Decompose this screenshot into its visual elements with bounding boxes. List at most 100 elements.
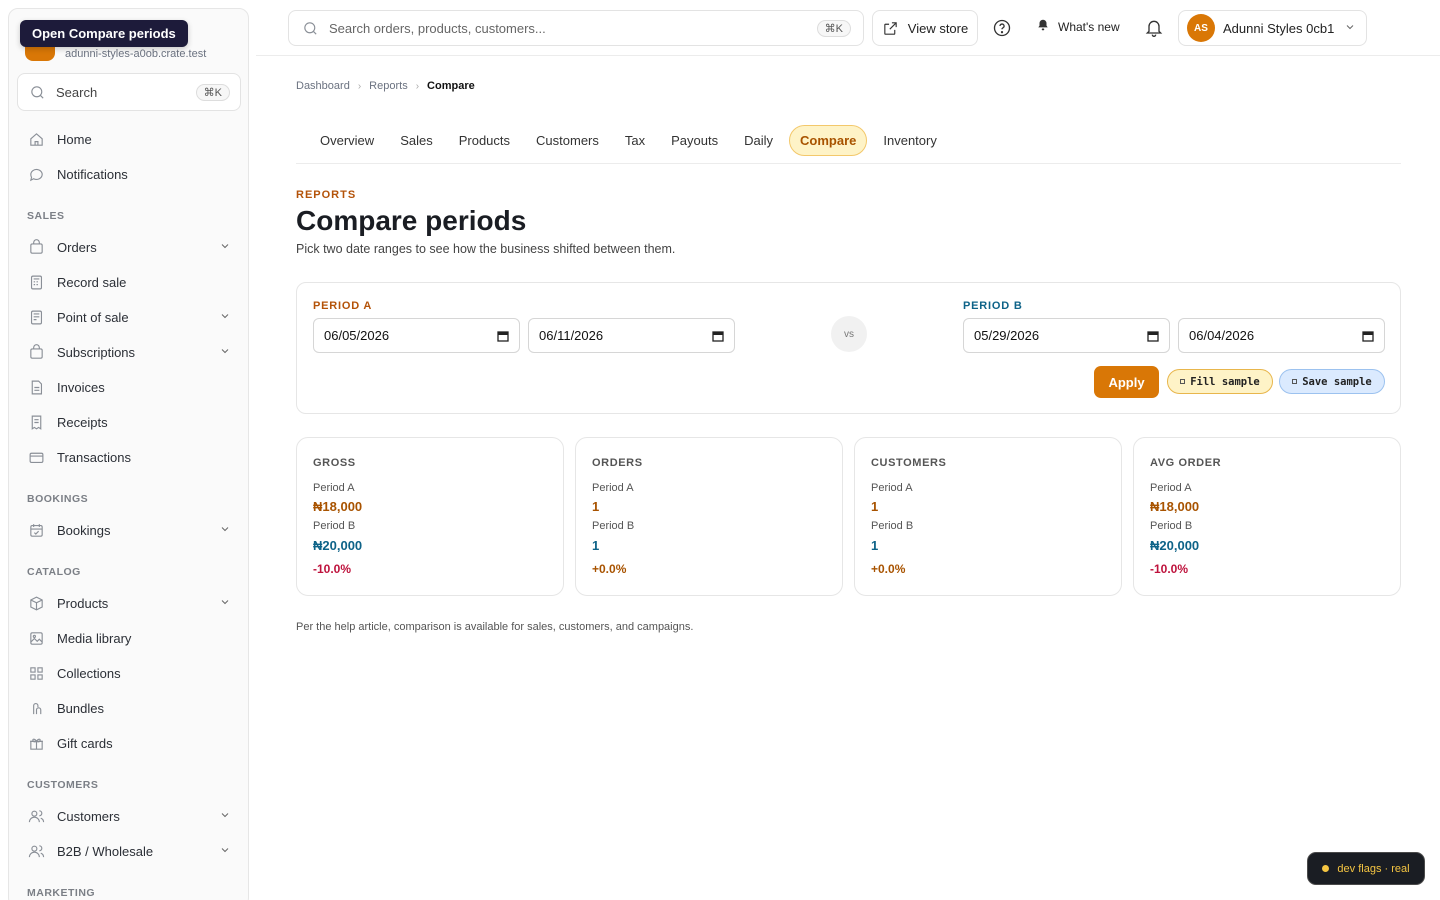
box-icon [27, 595, 45, 613]
sidebar-item-label: Subscriptions [57, 345, 136, 360]
account-menu[interactable]: AS Adunni Styles 0cb1 [1178, 10, 1367, 46]
tab-tax[interactable]: Tax [615, 126, 655, 155]
calendar-icon [1147, 330, 1159, 342]
global-search-placeholder: Search orders, products, customers... [329, 20, 546, 36]
tab-overview[interactable]: Overview [310, 126, 384, 155]
chevron-down-icon[interactable] [219, 523, 231, 538]
sidebar-item-record-sale[interactable]: Record sale [17, 265, 241, 300]
sidebar-item-bookings[interactable]: Bookings [17, 513, 241, 548]
tab-products[interactable]: Products [449, 126, 520, 155]
apply-button[interactable]: Apply [1094, 366, 1159, 398]
period-b-start-input[interactable]: 05/29/2026 [963, 318, 1170, 353]
tab-daily[interactable]: Daily [734, 126, 783, 155]
metric-card-orders: ORDERS Period A 1 Period B 1 +0.0% [575, 437, 843, 596]
chevron-right-icon: › [415, 80, 420, 92]
page-title: Compare periods [296, 205, 527, 236]
period-b-start-value: 05/29/2026 [974, 328, 1040, 343]
sidebar-item-gift-cards[interactable]: Gift cards [17, 726, 241, 761]
gift-icon [27, 735, 45, 753]
tab-compare[interactable]: Compare [789, 125, 868, 156]
view-store-button[interactable]: View store [872, 10, 978, 46]
period-a-end-input[interactable]: 06/11/2026 [528, 318, 735, 353]
period-a-start-value: 06/05/2026 [324, 328, 390, 343]
global-search-shortcut: ⌘K [816, 19, 851, 37]
sidebar-search[interactable]: Search ⌘K [17, 73, 241, 111]
metric-title: CUSTOMERS [871, 457, 947, 469]
tooltip: Open Compare periods [20, 20, 188, 47]
sidebar-item-media-library[interactable]: Media library [17, 621, 241, 656]
sidebar-item-transactions[interactable]: Transactions [17, 440, 241, 475]
dev-flags-badge[interactable]: dev flags · real [1307, 852, 1425, 885]
fill-sample-button[interactable]: Fill sample [1167, 369, 1273, 394]
metric-period-a-value: ₦18,000 [1150, 499, 1200, 514]
footnote: Per the help article, comparison is avai… [296, 621, 694, 633]
metric-period-b-label: Period B [313, 520, 356, 532]
avatar: AS [1187, 14, 1215, 42]
sidebar-item-label: Orders [57, 240, 97, 255]
breadcrumb-reports[interactable]: Reports [369, 80, 408, 92]
metric-period-b-value: ₦20,000 [1150, 538, 1200, 553]
image-icon [27, 630, 45, 648]
sidebar-section-heading: SALES [27, 210, 65, 222]
page-eyebrow: REPORTS [296, 189, 357, 201]
save-sample-button[interactable]: Save sample [1279, 369, 1385, 394]
chevron-down-icon[interactable] [219, 809, 231, 824]
sidebar-item-label: Products [57, 596, 109, 611]
sidebar-item-products[interactable]: Products [17, 586, 241, 621]
metric-period-a-label: Period A [871, 482, 913, 494]
document-icon [27, 379, 45, 397]
breadcrumb-dashboard[interactable]: Dashboard [296, 80, 350, 92]
sidebar-item-b2b-wholesale[interactable]: B2B / Wholesale [17, 834, 241, 869]
sidebar-item-label: B2B / Wholesale [57, 844, 154, 859]
metric-period-b-value: 1 [592, 538, 600, 553]
global-search[interactable]: Search orders, products, customers... ⌘K [288, 10, 864, 46]
whats-new-button[interactable]: What's new [1036, 18, 1120, 35]
vs-badge: vs [831, 316, 867, 352]
sidebar-item-home[interactable]: Home [17, 122, 241, 157]
sidebar-item-label: Transactions [57, 450, 131, 465]
metric-delta: -10.0% [313, 562, 352, 576]
chevron-down-icon[interactable] [219, 844, 231, 859]
breadcrumb-compare: Compare [427, 80, 475, 92]
square-icon [1292, 379, 1298, 384]
sidebar-item-bundles[interactable]: Bundles [17, 691, 241, 726]
sidebar-item-point-of-sale[interactable]: Point of sale [17, 300, 241, 335]
metric-delta: -10.0% [1150, 562, 1189, 576]
period-a-start-input[interactable]: 06/05/2026 [313, 318, 520, 353]
fill-sample-label: Fill sample [1190, 375, 1260, 388]
receipt-icon [27, 414, 45, 432]
sidebar-item-receipts[interactable]: Receipts [17, 405, 241, 440]
dev-flags-label: dev flags · real [1337, 862, 1410, 875]
tab-inventory[interactable]: Inventory [873, 126, 946, 155]
sidebar-section-heading: MARKETING [27, 887, 96, 899]
sidebar-item-label: Bookings [57, 523, 111, 538]
sidebar-item-subscriptions[interactable]: Subscriptions [17, 335, 241, 370]
help-icon[interactable] [992, 18, 1012, 38]
metric-period-a-value: ₦18,000 [313, 499, 363, 514]
chevron-down-icon[interactable] [219, 596, 231, 611]
sidebar-item-orders[interactable]: Orders [17, 230, 241, 265]
sidebar-item-label: Collections [57, 666, 121, 681]
notifications-bell-icon[interactable] [1144, 18, 1164, 41]
chevron-down-icon[interactable] [219, 345, 231, 360]
sidebar-item-notifications[interactable]: Notifications [17, 157, 241, 192]
tab-customers[interactable]: Customers [526, 126, 609, 155]
chevron-down-icon [1344, 21, 1356, 36]
tab-payouts[interactable]: Payouts [661, 126, 728, 155]
calculator-icon [27, 274, 45, 292]
sidebar-item-customers[interactable]: Customers [17, 799, 241, 834]
sidebar-section-heading: CUSTOMERS [27, 779, 99, 791]
metric-period-b-label: Period B [1150, 520, 1193, 532]
sidebar-section-heading: CATALOG [27, 566, 81, 578]
chevron-down-icon[interactable] [219, 310, 231, 325]
calendar-icon [1362, 330, 1374, 342]
tab-sales[interactable]: Sales [390, 126, 443, 155]
search-icon [28, 83, 46, 101]
calendar-icon [497, 330, 509, 342]
sidebar-item-invoices[interactable]: Invoices [17, 370, 241, 405]
status-dot-icon [1322, 865, 1330, 872]
sidebar-item-label: Invoices [57, 380, 105, 395]
chevron-down-icon[interactable] [219, 240, 231, 255]
period-b-end-input[interactable]: 06/04/2026 [1178, 318, 1385, 353]
sidebar-item-collections[interactable]: Collections [17, 656, 241, 691]
